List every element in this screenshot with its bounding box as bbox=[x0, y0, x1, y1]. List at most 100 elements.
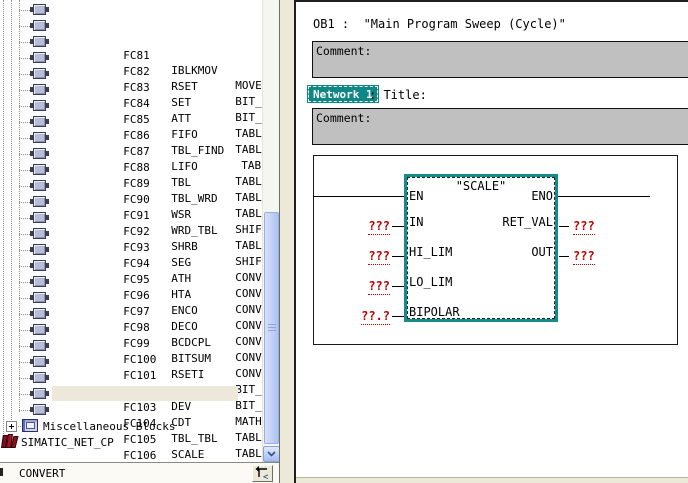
operand-bipolar[interactable]: ??.? bbox=[350, 310, 390, 322]
selection-highlight bbox=[52, 338, 238, 353]
pin-in: IN bbox=[409, 216, 423, 228]
selection-highlight bbox=[52, 258, 238, 273]
network-label[interactable]: Network 1 bbox=[308, 86, 378, 102]
selection-highlight bbox=[52, 290, 238, 305]
tree-item[interactable]: FC99 BITSUM CONVERT bbox=[0, 290, 262, 306]
expand-plus-icon[interactable] bbox=[6, 421, 17, 432]
tree-item[interactable]: FC96 ENCO CONVERT bbox=[0, 242, 262, 258]
tree-item-simatic-net-cp[interactable]: SIMATIC_NET_CP bbox=[0, 434, 262, 450]
selection-highlight bbox=[52, 130, 238, 145]
svg-text:<: < bbox=[263, 473, 269, 482]
tree-item[interactable]: FC89 TBL_WRD TABLE bbox=[0, 130, 262, 146]
function-block-icon bbox=[33, 68, 46, 79]
selection-highlight bbox=[52, 178, 238, 193]
operand-stub bbox=[559, 226, 569, 227]
function-block-icon bbox=[33, 372, 46, 383]
selection-highlight bbox=[52, 18, 238, 33]
function-block-icon bbox=[33, 340, 46, 351]
tree-vertical-scrollbar[interactable] bbox=[262, 0, 279, 462]
selection-highlight bbox=[52, 242, 238, 257]
tree-item[interactable]: FC104 TBL_TBL TABLE bbox=[0, 370, 262, 386]
tree-item[interactable]: FC105 SCALE CONVERT bbox=[0, 386, 262, 402]
operand-stub bbox=[392, 316, 404, 317]
tree-item[interactable]: FC84 ATT TABLE bbox=[0, 50, 262, 66]
block-comment-box[interactable]: Comment: bbox=[312, 41, 688, 78]
tree-item[interactable]: FC106 UNSCALE CONVERT bbox=[0, 402, 262, 418]
tree-item[interactable]: FC91 WRD_TBL TABLE bbox=[0, 162, 262, 178]
family-filter-label: CONVERT bbox=[19, 467, 65, 480]
scrollbar-grip bbox=[268, 324, 276, 332]
scale-block[interactable]: "SCALE" EN IN HI_LIM LO_LIM BIPOLAR ENO … bbox=[404, 174, 558, 322]
en-wire bbox=[313, 196, 404, 197]
selection-highlight bbox=[52, 274, 238, 289]
tree-item[interactable]: FC88 TBL TABLE bbox=[0, 114, 262, 130]
tree-item[interactable]: FC95 HTA CONVERT bbox=[0, 226, 262, 242]
block-header-title: OB1 : "Main Program Sweep (Cycle)" bbox=[313, 17, 566, 31]
pin-lo-lim: LO_LIM bbox=[409, 276, 452, 288]
operand-hi-lim[interactable]: ??? bbox=[350, 250, 390, 262]
operand-stub bbox=[392, 226, 404, 227]
function-block-icon bbox=[33, 276, 46, 287]
operand-in[interactable]: ??? bbox=[350, 220, 390, 232]
function-block-icon bbox=[33, 404, 46, 415]
selection-highlight bbox=[52, 354, 238, 369]
function-block-icon bbox=[33, 52, 46, 63]
program-editor: OB1 : "Main Program Sweep (Cycle)" Comme… bbox=[296, 0, 688, 483]
tree-item[interactable]: FC85 FIFO TABLE bbox=[0, 66, 262, 82]
tree-item[interactable]: FC83 SET BIT_LOGC bbox=[0, 34, 262, 50]
operand-ret-val[interactable]: ??? bbox=[573, 220, 613, 232]
pin-en: EN bbox=[409, 190, 423, 202]
tree-item[interactable]: FC103 CDT TABLE bbox=[0, 354, 262, 370]
function-block-icon bbox=[33, 308, 46, 319]
function-block-icon bbox=[33, 260, 46, 271]
block-tree: FC81 IBLKMOV MOVE FC82 RSET BIT_LOGC FC8… bbox=[0, 0, 262, 462]
block-folder-icon bbox=[22, 419, 38, 432]
operand-stub bbox=[392, 256, 404, 257]
panel-splitter[interactable] bbox=[280, 0, 294, 483]
comment-label: Comment: bbox=[316, 44, 371, 58]
selection-highlight bbox=[52, 2, 238, 17]
editor-top-border bbox=[296, 0, 688, 2]
tree-item[interactable]: FC92 SHRB SHIFT bbox=[0, 178, 262, 194]
tree-item[interactable]: FC98 BCDCPL CONVERT bbox=[0, 274, 262, 290]
function-block-icon bbox=[33, 84, 46, 95]
selection-highlight bbox=[52, 194, 238, 209]
library-books-icon bbox=[1, 434, 18, 448]
tree-item[interactable]: FC90 WSR SHIFT bbox=[0, 146, 262, 162]
function-block-icon bbox=[33, 148, 46, 159]
selection-highlight bbox=[52, 82, 238, 97]
selection-highlight bbox=[52, 50, 238, 65]
function-block-icon bbox=[33, 244, 46, 255]
scrollbar-thumb[interactable] bbox=[264, 212, 279, 444]
operand-lo-lim[interactable]: ??? bbox=[350, 280, 390, 292]
function-block-icon bbox=[33, 36, 46, 47]
function-block-icon bbox=[33, 116, 46, 127]
library-panel: FC81 IBLKMOV MOVE FC82 RSET BIT_LOGC FC8… bbox=[0, 0, 279, 483]
tree-item[interactable]: FC101 SETI BIT_LOGC bbox=[0, 322, 262, 338]
network-comment-box[interactable]: Comment: bbox=[312, 108, 688, 145]
selection-highlight bbox=[52, 34, 238, 49]
function-block-icon bbox=[33, 20, 46, 31]
selection-highlight bbox=[52, 402, 238, 417]
jump-arrow-icon: < bbox=[253, 466, 272, 481]
operand-stub bbox=[559, 256, 569, 257]
network-title[interactable]: : Title: bbox=[369, 88, 427, 102]
scrollbar-down-button[interactable] bbox=[263, 446, 280, 462]
block-id: FC106 bbox=[123, 449, 156, 462]
chevron-down-icon bbox=[267, 451, 276, 457]
tree-item[interactable]: FC93 SEG CONVERT bbox=[0, 194, 262, 210]
function-block-icon bbox=[33, 132, 46, 143]
tree-item[interactable]: FC97 DECO CONVERT bbox=[0, 258, 262, 274]
jump-to-block-button[interactable]: < bbox=[252, 465, 273, 482]
tree-item[interactable]: FC81 IBLKMOV MOVE bbox=[0, 2, 262, 18]
tree-item[interactable]: FC86 TBL_FIND TABLE bbox=[0, 82, 262, 98]
tree-item-miscellaneous-blocks[interactable]: Miscellaneous Blocks bbox=[0, 418, 262, 434]
tree-item[interactable]: FC87 LIFO TABLE bbox=[0, 98, 262, 114]
tree-item[interactable]: FC94 ATH CONVERT bbox=[0, 210, 262, 226]
selection-highlight bbox=[52, 322, 238, 337]
tree-item[interactable]: FC102 DEV MATH_FP bbox=[0, 338, 262, 354]
tree-item[interactable]: FC82 RSET BIT_LOGC bbox=[0, 18, 262, 34]
operand-out[interactable]: ??? bbox=[573, 250, 613, 262]
tree-item[interactable]: FC100 RSETI BIT_LOGC bbox=[0, 306, 262, 322]
selection-highlight bbox=[52, 210, 238, 225]
